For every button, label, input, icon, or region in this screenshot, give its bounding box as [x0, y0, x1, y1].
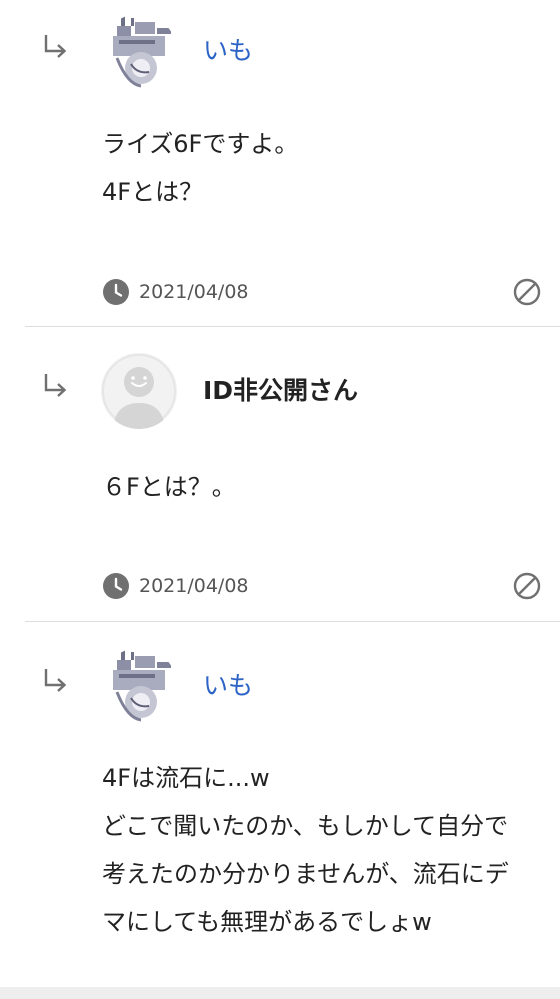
- reply-text-line: ６Fとは？。: [102, 473, 236, 501]
- clock-icon: [103, 279, 129, 305]
- bottom-band: [0, 987, 560, 999]
- reply-text-line: 4Fは流石に...w: [102, 764, 270, 792]
- reply-text-line: どこで聞いたのか、もしかして自分で: [102, 812, 509, 840]
- reply-text-line: 4Fとは？: [102, 178, 204, 206]
- reply-meta: 2021/04/08: [102, 572, 249, 600]
- reply-arrow-icon: [44, 374, 67, 397]
- character-avatar-image: [101, 648, 177, 724]
- reply-body: 4Fは流石に...w どこで聞いたのか、もしかして自分で 考えたのか分かりません…: [102, 754, 542, 946]
- user-avatar[interactable]: [101, 648, 177, 724]
- divider: [25, 621, 560, 622]
- clock-icon: [103, 573, 129, 599]
- post-date: 2021/04/08: [139, 575, 249, 597]
- user-avatar: [101, 353, 177, 429]
- divider: [25, 326, 560, 327]
- prohibited-icon[interactable]: [512, 571, 542, 601]
- reply-meta: 2021/04/08: [102, 278, 249, 306]
- default-user-icon: [101, 353, 177, 429]
- user-name-link[interactable]: いも: [203, 669, 253, 703]
- reply-arrow-icon: [44, 669, 67, 692]
- reply-body: ライズ6Fですよ。 4Fとは？: [102, 120, 542, 216]
- reply-text-line: 考えたのか分かりませんが、流石にデ: [102, 860, 509, 888]
- reply-body: ６Fとは？。: [102, 463, 542, 511]
- reply-arrow-icon: [44, 35, 67, 58]
- reply-text-line: マにしても無理があるでしょw: [102, 908, 432, 936]
- reply-text-line: ライズ6Fですよ。: [102, 130, 299, 158]
- user-name: ID非公開さん: [203, 376, 359, 405]
- user-avatar[interactable]: [101, 14, 177, 90]
- prohibited-icon[interactable]: [512, 277, 542, 307]
- user-name-link[interactable]: いも: [203, 34, 253, 68]
- post-date: 2021/04/08: [139, 281, 249, 303]
- character-avatar-image: [101, 14, 177, 90]
